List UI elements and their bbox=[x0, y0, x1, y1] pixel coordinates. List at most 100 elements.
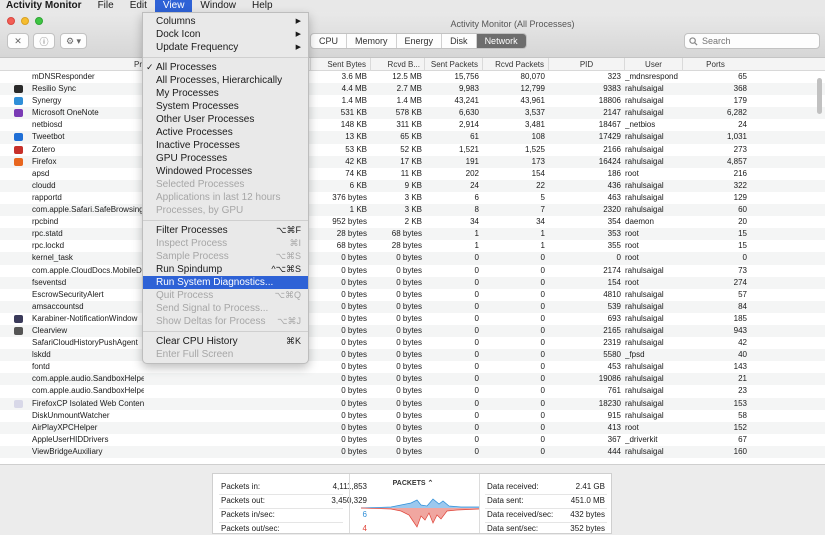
table-row[interactable]: Karabiner-NotificationWindow 0 bytes 0 byt… bbox=[0, 313, 825, 325]
ports-cell: 58 bbox=[738, 410, 747, 420]
table-row[interactable]: AirPlayXPCHelper 0 bytes 0 bytes 0 0 413 root 1… bbox=[0, 421, 825, 434]
header-user[interactable]: User bbox=[624, 58, 682, 71]
view-menu-item[interactable]: GPU Processes bbox=[143, 152, 308, 165]
table-row[interactable]: Firefox 42 KB 17 KB 191 173 16424 rahulsaigal 4… bbox=[0, 155, 825, 168]
header-sent-bytes[interactable]: Sent Bytes bbox=[310, 58, 370, 71]
sent-packets-cell: 0 bbox=[474, 301, 479, 311]
table-row[interactable]: amsaccountsd 0 bytes 0 bytes 0 0 539 rahulsaig… bbox=[0, 300, 825, 313]
table-row[interactable]: EscrowSecurityAlert 0 bytes 0 bytes 0 0 4810 r… bbox=[0, 289, 825, 301]
table-row[interactable]: Microsoft OneNote 531 KB 578 KB 6,630 3,537 2… bbox=[0, 107, 825, 120]
menu-separator bbox=[143, 331, 308, 332]
table-row[interactable]: Clearview 0 bytes 0 bytes 0 0 2165 rahulsaigal… bbox=[0, 324, 825, 338]
table-row[interactable]: Synergy 1.4 MB 1.4 MB 43,241 43,961 18806 rahu… bbox=[0, 95, 825, 107]
view-menu-item: Selected Processes bbox=[143, 178, 308, 191]
view-menu-item[interactable]: All Processes, Hierarchically bbox=[143, 74, 308, 87]
table-row[interactable]: com.apple.CloudDocs.MobileDocumentsFileP… bbox=[0, 265, 825, 277]
table-row[interactable]: FirefoxCP Isolated Web Content 0 bytes 0 b… bbox=[0, 397, 825, 410]
tab-network[interactable]: Network bbox=[476, 34, 526, 48]
tab-memory[interactable]: Memory bbox=[347, 34, 397, 48]
menu-view[interactable]: View bbox=[154, 0, 193, 12]
view-menu-item[interactable]: ✓ All Processes bbox=[143, 61, 308, 74]
ports-cell: 42 bbox=[738, 338, 747, 348]
table-row[interactable]: mDNSResponder 3.6 MB 12.5 MB 15,756 80,070 32… bbox=[0, 71, 825, 83]
app-icon bbox=[14, 326, 23, 335]
table-row[interactable]: apsd 74 KB 11 KB 202 154 186 root 216 bbox=[0, 168, 825, 180]
view-menu-item[interactable]: Run System Diagnostics... bbox=[143, 276, 308, 289]
search-field[interactable] bbox=[684, 33, 820, 49]
view-menu-item[interactable]: Dock Icon ▶ bbox=[143, 28, 308, 41]
header-rcvd-bytes[interactable]: Rcvd B... bbox=[370, 58, 424, 71]
view-menu-item[interactable]: Clear CPU History ⌘K bbox=[143, 335, 308, 348]
table-row[interactable]: com.apple.audio.SandboxHelper 0 bytes 0 by… bbox=[0, 385, 825, 397]
user-cell: rahulsaigal bbox=[625, 362, 664, 372]
view-menu-item[interactable]: Filter Processes ⌥⌘F bbox=[143, 224, 308, 237]
table-row[interactable]: rpcbind 952 bytes 2 KB 34 34 354 daemon 20 bbox=[0, 216, 825, 228]
table-row[interactable]: lskdd 0 bytes 0 bytes 0 0 5580 _fpsd 40 bbox=[0, 349, 825, 362]
table-row[interactable]: kernel_task 0 bytes 0 bytes 0 0 0 root 0 bbox=[0, 252, 825, 265]
view-menu-item[interactable]: Active Processes bbox=[143, 126, 308, 139]
gear-icon: ⚙ ▾ bbox=[65, 35, 82, 46]
table-row[interactable]: cloudd 6 KB 9 KB 24 22 436 rahulsaigal 322 bbox=[0, 179, 825, 192]
search-input[interactable] bbox=[702, 36, 812, 46]
sent-bytes-cell: 28 bytes bbox=[336, 229, 367, 239]
table-row[interactable]: Zotero 53 KB 52 KB 1,521 1,525 2166 rahulsaiga… bbox=[0, 144, 825, 156]
table-row[interactable]: SafariCloudHistoryPushAgent 0 bytes 0 byte… bbox=[0, 337, 825, 349]
user-cell: rahulsaigal bbox=[625, 96, 664, 106]
view-menu-item[interactable]: Update Frequency ▶ bbox=[143, 41, 308, 54]
menu-item-label: Show Deltas for Process bbox=[156, 316, 266, 327]
rcvd-packets-cell: 3,481 bbox=[524, 120, 545, 130]
stop-process-button[interactable]: ✕ bbox=[7, 33, 29, 49]
rcvd-bytes-cell: 1.4 MB bbox=[396, 96, 422, 106]
table-row[interactable]: AppleUserHIDDrivers 0 bytes 0 bytes 0 0 367 _d… bbox=[0, 434, 825, 446]
table-row[interactable]: com.apple.Safari.SafeBrowsing 1 KB 3 KB 8 7 2… bbox=[0, 204, 825, 217]
table-scrollbar[interactable] bbox=[817, 78, 822, 114]
table-row[interactable]: com.apple.audio.SandboxHelper 0 bytes 0 by… bbox=[0, 373, 825, 386]
tab-energy[interactable]: Energy bbox=[397, 34, 443, 48]
header-sent-packets[interactable]: Sent Packets bbox=[424, 58, 482, 71]
view-menu-item[interactable]: Columns ▶ bbox=[143, 15, 308, 28]
app-icon bbox=[14, 399, 23, 408]
header-rcvd-packets[interactable]: Rcvd Packets bbox=[482, 58, 548, 71]
ports-cell: 73 bbox=[738, 265, 747, 275]
menu-activity-monitor[interactable]: Activity Monitor bbox=[0, 0, 90, 12]
rcvd-bytes-cell: 0 bytes bbox=[396, 350, 422, 360]
view-menu-item: Send Signal to Process... bbox=[143, 302, 308, 315]
table-row[interactable]: fontd 0 bytes 0 bytes 0 0 453 rahulsaigal 143 bbox=[0, 361, 825, 373]
menu-help[interactable]: Help bbox=[244, 0, 281, 12]
packets-graph-title[interactable]: PACKETS ⌃ bbox=[353, 479, 473, 487]
process-name-cell: amsaccountsd bbox=[32, 301, 84, 311]
rcvd-packets-cell: 0 bbox=[540, 301, 545, 311]
view-menu-item[interactable]: Run Spindump ^⌥⌘S bbox=[143, 263, 308, 276]
table-row[interactable]: rpc.statd 28 bytes 68 bytes 1 1 353 root 15 bbox=[0, 228, 825, 241]
table-row[interactable]: Resilio Sync 4.4 MB 2.7 MB 9,983 12,799 9383 r… bbox=[0, 83, 825, 96]
user-cell: rahulsaigal bbox=[625, 144, 664, 154]
packets-out-sec-value: 4 bbox=[362, 524, 367, 533]
table-row[interactable]: DiskUnmountWatcher 0 bytes 0 bytes 0 0 915 rah… bbox=[0, 410, 825, 422]
inspect-process-button[interactable]: ⓘ bbox=[33, 33, 55, 49]
app-icon bbox=[14, 157, 23, 166]
view-menu-item[interactable]: Windowed Processes bbox=[143, 165, 308, 178]
action-menu-button[interactable]: ⚙ ▾ bbox=[60, 33, 87, 49]
view-menu-item[interactable]: Inactive Processes bbox=[143, 139, 308, 152]
table-row[interactable]: ViewBridgeAuxiliary 0 bytes 0 bytes 0 0 444 ra… bbox=[0, 445, 825, 458]
table-row[interactable]: rapportd 376 bytes 3 KB 6 5 463 rahulsaigal 129 bbox=[0, 192, 825, 204]
menu-edit[interactable]: Edit bbox=[122, 0, 155, 12]
packets-out-label: Packets out: bbox=[221, 496, 266, 505]
menu-file[interactable]: File bbox=[90, 0, 122, 12]
user-cell: rahulsaigal bbox=[625, 446, 664, 456]
table-row[interactable]: rpc.lockd 68 bytes 28 bytes 1 1 355 root 15 bbox=[0, 240, 825, 252]
menu-item-label: Sample Process bbox=[156, 251, 229, 262]
table-row[interactable]: netbiosd 148 KB 311 KB 2,914 3,481 18467 _netb… bbox=[0, 119, 825, 131]
header-pid[interactable]: PID bbox=[548, 58, 624, 71]
menu-window[interactable]: Window bbox=[192, 0, 244, 12]
table-row[interactable]: fseventsd 0 bytes 0 bytes 0 0 154 root 274 bbox=[0, 276, 825, 289]
tab-disk[interactable]: Disk bbox=[442, 34, 477, 48]
view-menu-item[interactable]: My Processes bbox=[143, 87, 308, 100]
view-menu-item[interactable]: Other User Processes bbox=[143, 113, 308, 126]
title-bar: Activity Monitor (All Processes) ✕ ⓘ ⚙ ▾… bbox=[0, 12, 825, 58]
header-ports[interactable]: Ports bbox=[682, 58, 748, 71]
view-menu-item[interactable]: System Processes bbox=[143, 100, 308, 113]
user-cell: root bbox=[625, 241, 639, 251]
tab-cpu[interactable]: CPU bbox=[311, 34, 348, 48]
table-row[interactable]: Tweetbot 13 KB 65 KB 61 108 17429 rahulsaigal 1… bbox=[0, 131, 825, 144]
